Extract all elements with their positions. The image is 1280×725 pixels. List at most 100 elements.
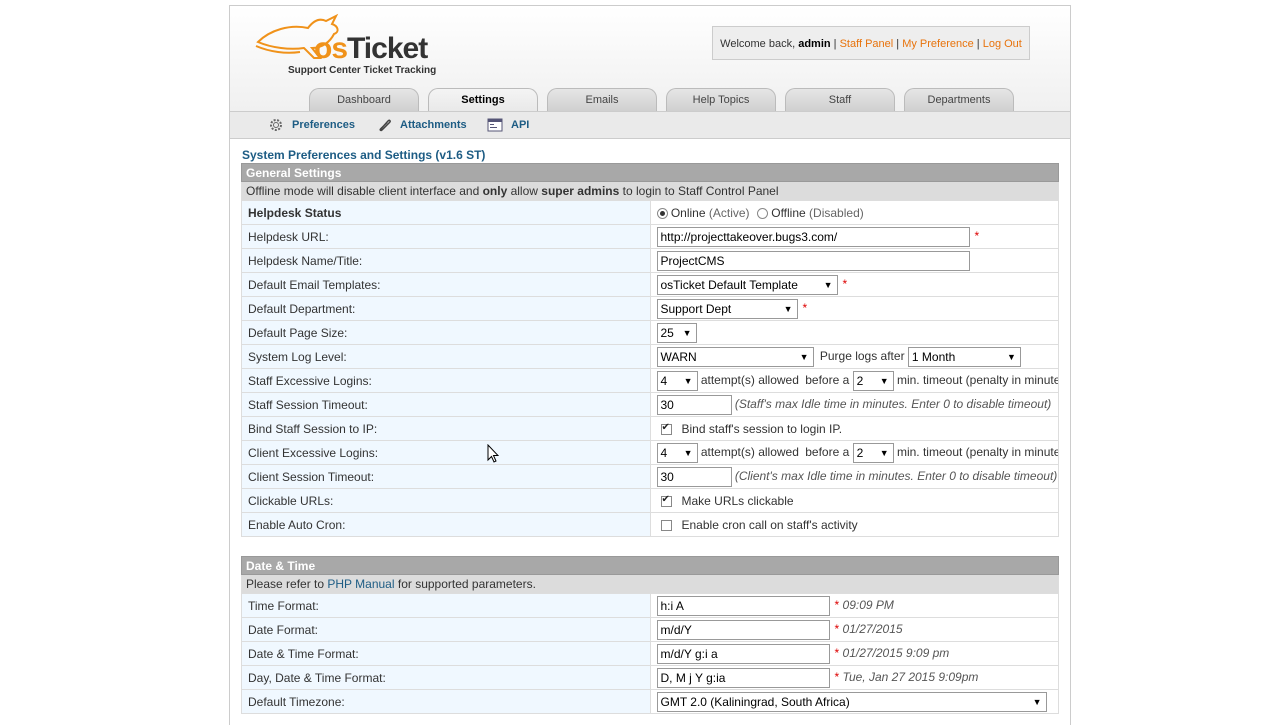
date-format-input[interactable]: m/d/Y: [656, 619, 830, 640]
subnav-attachments[interactable]: Attachments: [376, 117, 467, 133]
helpdesk-url-input[interactable]: http://projecttakeover.bugs3.com/: [656, 226, 970, 247]
tab-departments[interactable]: Departments: [904, 88, 1014, 112]
staff-before-text: before a: [805, 372, 850, 387]
user-info-box: Welcome back, admin | Staff Panel | My P…: [712, 26, 1030, 60]
tab-emails[interactable]: Emails: [547, 88, 657, 112]
helpdesk-name-input[interactable]: ProjectCMS: [656, 250, 970, 271]
row-helpdesk-name: Helpdesk Name/Title: ProjectCMS: [241, 248, 1059, 273]
time-format-input[interactable]: h:i A: [656, 595, 830, 616]
bind-ip-label: Bind Staff Session to IP:: [241, 416, 651, 441]
log-out-link[interactable]: Log Out: [983, 38, 1022, 50]
auto-cron-checkbox[interactable]: [660, 519, 672, 531]
date-format-example: 01/27/2015: [842, 621, 903, 636]
subnav-preferences[interactable]: Preferences: [268, 117, 355, 133]
required-marker: *: [802, 300, 808, 315]
helpdesk-status-label: Helpdesk Status: [241, 200, 651, 225]
subnav-api[interactable]: API: [487, 117, 529, 133]
required-marker: *: [834, 669, 840, 684]
clickable-urls-checkbox[interactable]: [660, 494, 672, 507]
page-container: osTicket Support Center Ticket Tracking …: [229, 5, 1071, 725]
row-bind-ip: Bind Staff Session to IP: Bind staff's s…: [241, 416, 1059, 441]
email-templates-select[interactable]: osTicket Default Template ▼: [656, 274, 838, 295]
helpdesk-url-label: Helpdesk URL:: [241, 224, 651, 249]
general-settings-info: Offline mode will disable client interfa…: [241, 181, 1059, 201]
row-day-datetime-format: Day, Date & Time Format: D, M j Y g:ia * …: [241, 665, 1059, 690]
timezone-select[interactable]: GMT 2.0 (Kaliningrad, South Africa) ▼: [656, 691, 1047, 712]
ostickets-logo[interactable]: osTicket Support Center Ticket Tracking: [250, 12, 450, 76]
log-level-select[interactable]: WARN ▼: [656, 346, 814, 367]
required-marker: *: [974, 228, 980, 243]
chevron-down-icon: ▼: [683, 447, 693, 458]
default-department-label: Default Department:: [241, 296, 651, 321]
online-label: Online: [670, 205, 706, 220]
chevron-down-icon: ▼: [682, 327, 692, 338]
client-attempts-text: attempt(s) allowed: [700, 444, 799, 459]
bind-ip-checkbox[interactable]: [660, 422, 672, 435]
php-manual-link[interactable]: PHP Manual: [327, 577, 394, 591]
clickable-urls-label: Clickable URLs:: [241, 488, 651, 513]
clickable-urls-text: Make URLs clickable: [681, 493, 794, 508]
time-format-label: Time Format:: [241, 593, 651, 618]
required-marker: *: [834, 597, 840, 612]
tab-dashboard[interactable]: Dashboard: [309, 88, 419, 112]
chevron-down-icon: ▼: [783, 303, 793, 314]
api-window-icon: [487, 117, 503, 133]
my-preference-link[interactable]: My Preference: [902, 38, 974, 50]
row-email-templates: Default Email Templates: osTicket Defaul…: [241, 272, 1059, 297]
tab-help-topics[interactable]: Help Topics: [666, 88, 776, 112]
staff-panel-link[interactable]: Staff Panel: [840, 38, 894, 50]
client-timeout-select[interactable]: 2 ▼: [852, 442, 894, 463]
username: admin: [798, 38, 831, 50]
page-title: System Preferences and Settings (v1.6 ST…: [242, 148, 486, 162]
purge-logs-select[interactable]: 1 Month ▼: [907, 346, 1021, 367]
gear-icon: [268, 117, 284, 133]
day-datetime-format-label: Day, Date & Time Format:: [241, 665, 651, 690]
tab-settings[interactable]: Settings: [428, 88, 538, 113]
client-session-input[interactable]: 30: [656, 466, 732, 487]
general-settings-heading: General Settings: [241, 163, 1059, 182]
default-department-select[interactable]: Support Dept ▼: [656, 298, 798, 319]
row-helpdesk-url: Helpdesk URL: http://projecttakeover.bug…: [241, 224, 1059, 249]
client-attempts-select[interactable]: 4 ▼: [656, 442, 698, 463]
chevron-down-icon: ▼: [879, 447, 889, 458]
subnav-api-label: API: [511, 119, 530, 131]
required-marker: *: [842, 276, 848, 291]
logo-text: osTicket: [314, 32, 428, 65]
page-size-select[interactable]: 25 ▼: [656, 322, 697, 343]
offline-label: Offline: [771, 205, 806, 220]
chevron-down-icon: ▼: [1006, 351, 1016, 362]
email-templates-label: Default Email Templates:: [241, 272, 651, 297]
welcome-text: Welcome back,: [720, 38, 796, 50]
row-default-department: Default Department: Support Dept ▼ *: [241, 296, 1059, 321]
staff-session-hint: (Staff's max Idle time in minutes. Enter…: [734, 396, 1052, 411]
log-level-label: System Log Level:: [241, 344, 651, 369]
general-settings-table: General Settings Offline mode will disab…: [241, 163, 1059, 537]
row-datetime-format: Date & Time Format: m/d/Y g:i a * 01/27/2…: [241, 641, 1059, 666]
row-clickable-urls: Clickable URLs: Make URLs clickable: [241, 488, 1059, 513]
row-time-format: Time Format: h:i A * 09:09 PM: [241, 593, 1059, 618]
row-client-session-timeout: Client Session Timeout: 30 (Client's max…: [241, 464, 1059, 489]
mouse-cursor-icon: [487, 443, 500, 467]
staff-attempts-text: attempt(s) allowed: [700, 372, 799, 387]
timezone-label: Default Timezone:: [241, 689, 651, 714]
row-page-size: Default Page Size: 25 ▼: [241, 320, 1059, 345]
online-hint: (Active): [708, 205, 750, 220]
subnav-attachments-label: Attachments: [400, 119, 467, 131]
online-radio[interactable]: [656, 207, 668, 219]
helpdesk-name-label: Helpdesk Name/Title:: [241, 248, 651, 273]
tab-staff[interactable]: Staff: [785, 88, 895, 112]
chevron-down-icon: ▼: [823, 279, 833, 290]
staff-timeout-text: min. timeout (penalty in minutes): [896, 372, 1059, 387]
client-before-text: before a: [805, 444, 850, 459]
staff-session-input[interactable]: 30: [656, 394, 732, 415]
date-format-label: Date Format:: [241, 617, 651, 642]
staff-timeout-select[interactable]: 2 ▼: [852, 370, 894, 391]
subnav-preferences-label: Preferences: [292, 119, 355, 131]
date-time-info: Please refer to PHP Manual for supported…: [241, 574, 1059, 594]
staff-attempts-select[interactable]: 4 ▼: [656, 370, 698, 391]
client-timeout-text: min. timeout (penalty in minutes): [896, 444, 1059, 459]
day-datetime-format-input[interactable]: D, M j Y g:ia: [656, 667, 830, 688]
datetime-format-label: Date & Time Format:: [241, 641, 651, 666]
offline-radio[interactable]: [756, 207, 768, 219]
datetime-format-input[interactable]: m/d/Y g:i a: [656, 643, 830, 664]
